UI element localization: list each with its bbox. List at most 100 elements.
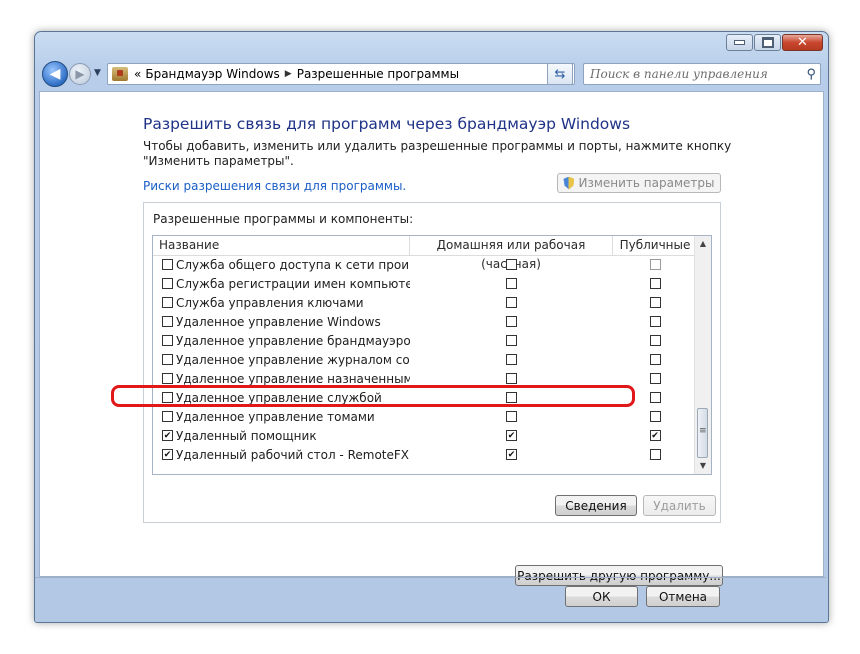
table-row[interactable]: Удаленный рабочий стол - RemoteFX — [153, 445, 697, 464]
table-row[interactable]: Удаленное управление назначенными з... — [153, 369, 697, 388]
recent-pages-dropdown[interactable]: ▼ — [94, 68, 101, 78]
programs-list[interactable]: Название Домашняя или рабочая (частная) … — [152, 235, 712, 475]
caption-buttons: ✕ — [725, 34, 823, 51]
public-cell — [613, 259, 697, 270]
home-network-checkbox[interactable] — [506, 335, 517, 346]
program-enabled-checkbox[interactable] — [162, 430, 173, 441]
program-name: Удаленный помощник — [176, 428, 317, 443]
address-bar[interactable]: « Брандмауэр Windows ▶ Разрешенные прогр… — [107, 63, 575, 85]
breadcrumb-allowed-programs[interactable]: Разрешенные программы — [297, 67, 459, 81]
home-network-checkbox[interactable] — [506, 259, 517, 270]
list-scrollbar[interactable]: ▲ ▼ — [694, 236, 711, 474]
footer-divider — [35, 577, 826, 578]
home-cell — [410, 316, 613, 327]
home-network-checkbox[interactable] — [506, 449, 517, 460]
close-button[interactable]: ✕ — [782, 34, 823, 51]
chevron-right-icon[interactable]: ▶ — [285, 69, 292, 79]
public-network-checkbox[interactable] — [649, 297, 661, 308]
program-enabled-checkbox[interactable] — [162, 316, 173, 327]
search-icon[interactable]: ⚲ — [806, 67, 816, 82]
cancel-button[interactable]: Отмена — [646, 586, 720, 607]
scroll-up-icon[interactable]: ▲ — [695, 236, 711, 252]
home-network-checkbox[interactable] — [506, 354, 517, 365]
home-network-checkbox[interactable] — [506, 430, 517, 441]
program-enabled-checkbox[interactable] — [162, 449, 173, 460]
table-row[interactable]: Удаленное управление брандмауэром ... — [153, 331, 697, 350]
program-cell: Служба общего доступа к сети проигры... — [153, 258, 410, 272]
minimize-button[interactable] — [726, 34, 753, 51]
program-enabled-checkbox[interactable] — [162, 259, 173, 270]
scroll-thumb[interactable] — [697, 408, 708, 458]
search-input[interactable]: Поиск в панели управления ⚲ — [583, 63, 821, 85]
table-row[interactable]: Служба общего доступа к сети проигры... — [153, 255, 697, 274]
table-row[interactable]: Удаленное управление журналом собы... — [153, 350, 697, 369]
program-enabled-checkbox[interactable] — [162, 411, 173, 422]
home-cell — [410, 430, 613, 441]
remove-button[interactable]: Удалить — [643, 495, 716, 516]
maximize-button[interactable] — [754, 34, 781, 51]
program-cell: Удаленное управление назначенными з... — [153, 372, 410, 386]
program-enabled-checkbox[interactable] — [162, 278, 173, 289]
program-cell: Удаленный рабочий стол - RemoteFX — [153, 448, 410, 462]
scroll-down-icon[interactable]: ▼ — [695, 458, 711, 474]
arrow-left-icon: ◀ — [49, 66, 61, 82]
table-row[interactable]: Служба регистрации имен компьютеро... — [153, 274, 697, 293]
column-name-header[interactable]: Название — [153, 236, 410, 255]
home-network-checkbox[interactable] — [506, 373, 517, 384]
public-network-checkbox[interactable] — [649, 411, 661, 422]
table-row[interactable]: Удаленное управление службой — [153, 388, 697, 407]
public-network-checkbox[interactable] — [649, 335, 661, 346]
home-network-checkbox[interactable] — [506, 297, 517, 308]
program-enabled-checkbox[interactable] — [162, 354, 173, 365]
public-network-checkbox[interactable] — [649, 259, 661, 270]
home-network-checkbox[interactable] — [506, 278, 517, 289]
table-row[interactable]: Удаленное управление томами — [153, 407, 697, 426]
program-cell: Удаленное управление журналом собы... — [153, 353, 410, 367]
home-network-checkbox[interactable] — [506, 411, 517, 422]
ok-button[interactable]: ОК — [565, 586, 638, 607]
public-network-checkbox[interactable] — [649, 392, 661, 403]
program-cell: Удаленное управление томами — [153, 410, 410, 424]
home-cell — [410, 373, 613, 384]
allowed-programs-group: Разрешенные программы и компоненты: Назв… — [143, 202, 721, 523]
breadcrumb-firewall[interactable]: Брандмауэр Windows — [145, 67, 279, 81]
forward-button[interactable]: ▶ — [69, 63, 91, 85]
public-network-checkbox[interactable] — [649, 316, 661, 327]
program-enabled-checkbox[interactable] — [162, 392, 173, 403]
breadcrumb-overflow[interactable]: « — [134, 67, 141, 81]
public-cell — [613, 411, 697, 422]
home-network-checkbox[interactable] — [506, 316, 517, 327]
search-placeholder: Поиск в панели управления — [590, 67, 768, 81]
program-name: Удаленное управление назначенными з... — [176, 371, 410, 386]
column-public-header[interactable]: Публичные — [613, 236, 697, 255]
risks-link[interactable]: Риски разрешения связи для программы. — [143, 179, 406, 193]
column-home-header[interactable]: Домашняя или рабочая (частная) — [410, 236, 613, 271]
group-label: Разрешенные программы и компоненты: — [153, 212, 414, 226]
allow-another-program-button[interactable]: Разрешить другую программу... — [515, 565, 723, 586]
change-settings-button[interactable]: Изменить параметры — [557, 173, 721, 193]
home-network-checkbox[interactable] — [506, 392, 517, 403]
public-network-checkbox[interactable] — [649, 278, 661, 289]
public-network-checkbox[interactable] — [649, 354, 661, 365]
public-network-checkbox[interactable] — [649, 373, 661, 384]
public-network-checkbox[interactable] — [649, 430, 661, 441]
program-enabled-checkbox[interactable] — [162, 373, 173, 384]
home-cell — [410, 392, 613, 403]
program-enabled-checkbox[interactable] — [162, 335, 173, 346]
public-network-checkbox[interactable] — [649, 449, 661, 460]
table-row[interactable]: Служба управления ключами — [153, 293, 697, 312]
public-cell — [613, 297, 697, 308]
table-row[interactable]: Удаленный помощник — [153, 426, 697, 445]
refresh-button[interactable]: ⇆ — [547, 63, 573, 85]
program-enabled-checkbox[interactable] — [162, 297, 173, 308]
home-cell — [410, 297, 613, 308]
home-cell — [410, 335, 613, 346]
program-cell: Удаленное управление службой — [153, 391, 410, 405]
program-name: Служба регистрации имен компьютеро... — [176, 276, 410, 291]
program-cell: Удаленный помощник — [153, 429, 410, 443]
details-button[interactable]: Сведения — [555, 495, 637, 516]
table-row[interactable]: Удаленное управление Windows — [153, 312, 697, 331]
back-button[interactable]: ◀ — [42, 61, 68, 87]
program-name: Удаленное управление Windows — [176, 314, 381, 329]
programs-rows: Служба общего доступа к сети проигры... С… — [153, 255, 697, 464]
